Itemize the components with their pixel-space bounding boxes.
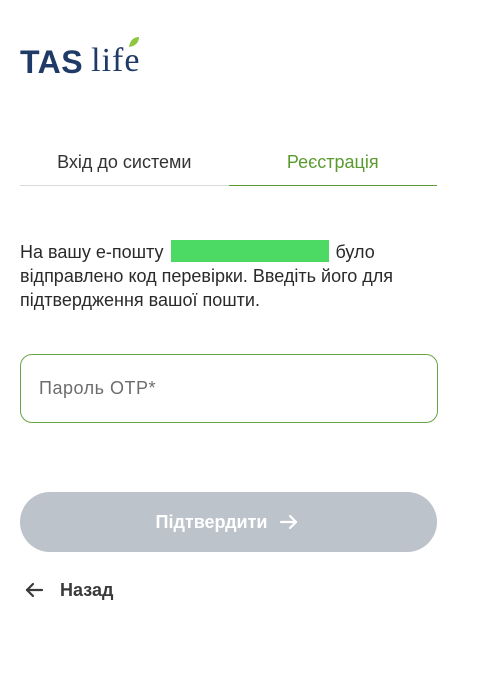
logo-suffix: life [91,37,140,78]
otp-input[interactable] [39,378,437,399]
confirm-button[interactable]: Підтвердити [20,492,437,552]
registration-page: TAS life Вхід до системи Реєстрація На в… [0,0,502,674]
tas-life-logo: TAS life [20,37,140,80]
leaf-icon [129,37,140,47]
back-link[interactable]: Назад [22,576,113,604]
logo-brand: TAS [20,44,84,80]
verification-message: На вашу e-пошту було відправлено код пер… [20,240,440,312]
tab-login[interactable]: Вхід до системи [20,140,229,185]
back-link-label: Назад [60,579,114,600]
otp-field[interactable] [20,354,438,423]
arrow-right-icon [280,514,298,530]
confirm-button-label: Підтвердити [155,511,268,532]
redacted-email [170,240,329,262]
tab-login-label: Вхід до системи [57,152,192,172]
auth-tabs: Вхід до системи Реєстрація [20,140,437,186]
arrow-left-icon [25,582,44,598]
tab-registration[interactable]: Реєстрація [228,140,438,186]
message-before: На вашу e-пошту [20,242,164,262]
tab-registration-label: Реєстрація [286,152,379,172]
